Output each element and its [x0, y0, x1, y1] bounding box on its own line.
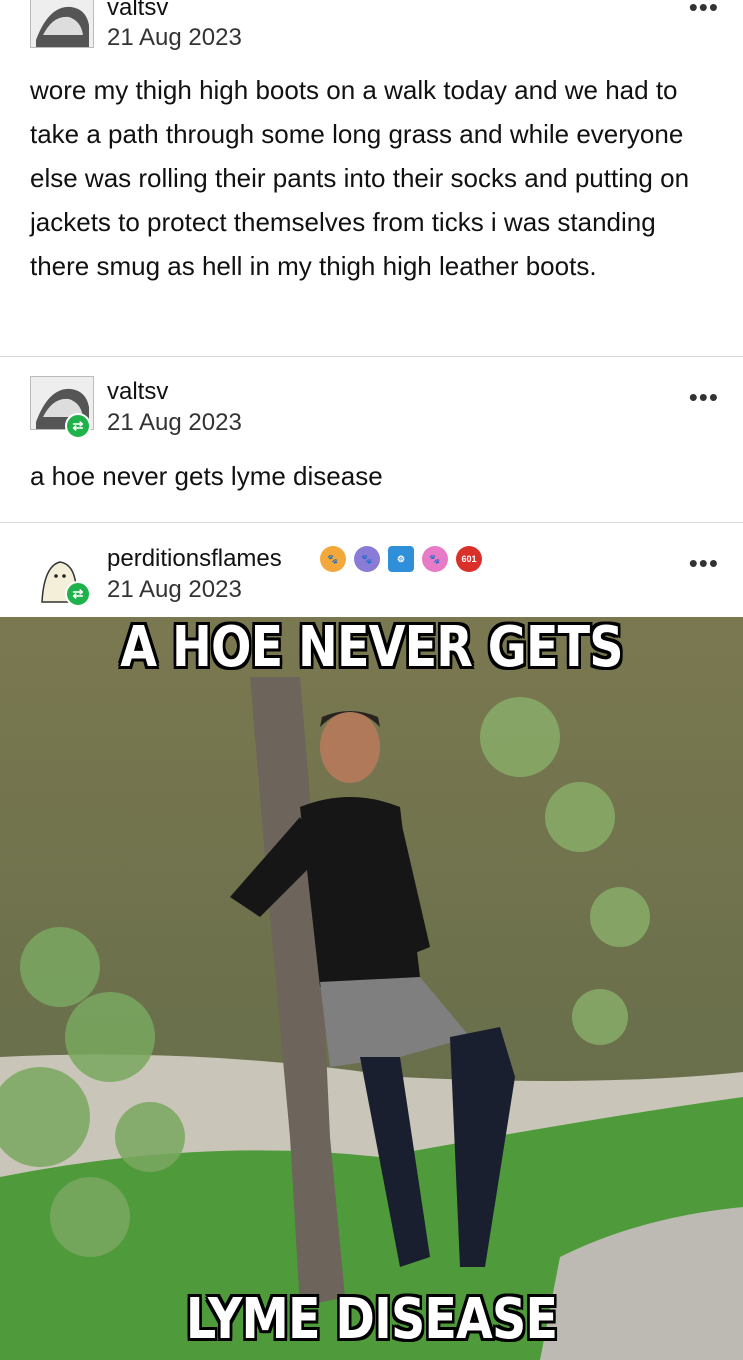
more-options-icon[interactable]: •••: [689, 550, 719, 576]
post-body-text: wore my thigh high boots on a walk today…: [30, 75, 690, 281]
meme-photo: [0, 617, 743, 1360]
post-divider: [0, 522, 743, 523]
post-username[interactable]: perditionsflames: [107, 545, 282, 573]
more-options-icon[interactable]: •••: [689, 0, 719, 20]
avatar-image: [31, 0, 93, 47]
meme-top-text: A HOE NEVER GETS: [120, 617, 623, 680]
post-image[interactable]: A HOE NEVER GETS LYME DISEASE: [0, 617, 743, 1360]
post-date[interactable]: 21 Aug 2023: [107, 24, 242, 52]
more-options-icon[interactable]: •••: [689, 384, 719, 410]
paw-badge-icon[interactable]: 🐾: [422, 546, 448, 572]
post-date[interactable]: 21 Aug 2023: [107, 409, 242, 437]
reblog-icon: ⇄: [65, 413, 91, 439]
meme-bottom-text: LYME DISEASE: [185, 1287, 558, 1352]
post-username[interactable]: valtsv: [107, 0, 168, 22]
robot-badge-icon[interactable]: ⚙: [388, 546, 414, 572]
avatar[interactable]: [30, 0, 94, 48]
paw-badge-icon[interactable]: 🐾: [354, 546, 380, 572]
paw-badge-icon[interactable]: 🐾: [320, 546, 346, 572]
post-divider: [0, 356, 743, 357]
post-body-text: a hoe never gets lyme disease: [30, 461, 383, 491]
post-username[interactable]: valtsv: [107, 378, 168, 406]
user-badges[interactable]: 🐾 🐾 ⚙ 🐾 601: [320, 546, 482, 572]
reblog-icon: ⇄: [65, 581, 91, 607]
count-badge-icon[interactable]: 601: [456, 546, 482, 572]
post-date[interactable]: 21 Aug 2023: [107, 576, 242, 604]
